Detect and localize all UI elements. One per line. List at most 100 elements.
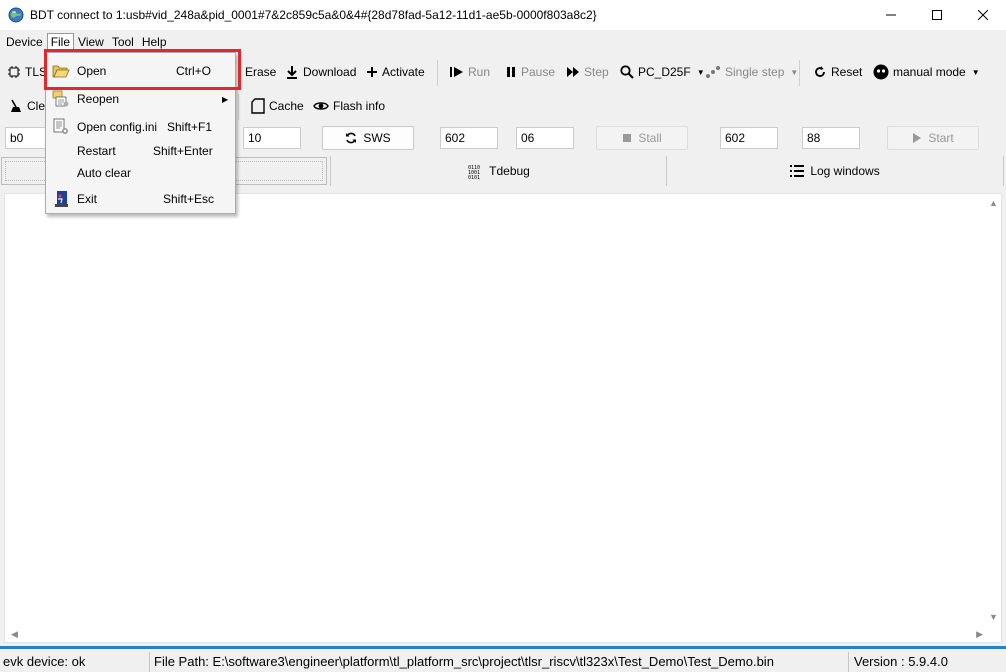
value-input[interactable]: 10 — [243, 127, 301, 149]
chip-label: TLS — [25, 65, 48, 79]
erase-button[interactable]: Erase — [236, 60, 276, 84]
menu-item-exit[interactable]: Exit Shift+Esc — [46, 187, 235, 211]
sws-value-input[interactable]: 06 — [516, 127, 574, 149]
flash-info-button[interactable]: Flash info — [313, 94, 385, 118]
reopen-icon — [52, 90, 70, 108]
status-accent-line — [0, 646, 1006, 649]
scroll-corner — [985, 626, 1001, 642]
pause-label: Pause — [521, 65, 556, 79]
stall-value-input[interactable]: 88 — [802, 127, 860, 149]
start-button[interactable]: Start — [887, 126, 979, 150]
reset-icon — [815, 66, 825, 77]
chevron-down-icon: ▼ — [971, 67, 980, 77]
play-icon — [913, 133, 922, 143]
stall-label: Stall — [638, 131, 662, 145]
exit-door-icon — [52, 190, 70, 208]
run-button[interactable]: Run — [450, 60, 490, 84]
minimize-icon — [886, 14, 896, 16]
log-output-area[interactable]: ▲ ▼ ◀ ▶ — [4, 193, 1002, 643]
menu-item-auto-clear-label: Auto clear — [77, 166, 132, 180]
reset-button[interactable]: Reset — [813, 60, 862, 84]
chevron-down-icon: ▼ — [696, 67, 705, 77]
mode-select-button[interactable]: manual mode ▼ — [873, 60, 980, 84]
pause-button[interactable]: Pause — [505, 60, 555, 84]
cache-label: Cache — [269, 99, 304, 113]
version-status: Version : 5.9.4.0 — [854, 653, 948, 669]
download-label: Download — [303, 65, 357, 79]
chevron-down-icon: ▼ — [790, 67, 799, 77]
menu-item-open-config-label: Open config.ini — [77, 120, 158, 134]
sws-label: SWS — [363, 131, 391, 145]
cache-button[interactable]: Cache — [251, 94, 304, 118]
status-divider — [149, 652, 150, 672]
file-menu-dropdown: Open Ctrl+O Reopen ▶ Open config.ini Shi… — [45, 52, 236, 214]
sws-button[interactable]: SWS — [322, 126, 414, 150]
tab-tdebug[interactable]: 0110 1001 0101 Tdebug — [330, 156, 667, 186]
title-bar: BDT connect to 1:usb#vid_248a&pid_0001#7… — [0, 0, 1006, 30]
stall-address-input[interactable]: 602 — [720, 127, 778, 149]
vertical-scrollbar[interactable]: ▲ ▼ — [985, 194, 1001, 626]
menu-item-open-shortcut: Ctrl+O — [176, 64, 212, 78]
scroll-down-icon[interactable]: ▼ — [989, 612, 998, 622]
scroll-right-icon[interactable]: ▶ — [976, 629, 983, 640]
menu-item-reopen[interactable]: Reopen ▶ — [46, 87, 235, 111]
menu-help[interactable]: Help — [138, 33, 171, 51]
scroll-left-icon[interactable]: ◀ — [11, 629, 18, 640]
scroll-up-icon[interactable]: ▲ — [989, 198, 998, 208]
refresh-icon — [346, 132, 357, 144]
menu-item-open-label: Open — [77, 64, 107, 78]
horizontal-scrollbar[interactable]: ◀ ▶ — [5, 626, 987, 642]
stop-icon — [623, 134, 632, 142]
window-controls — [868, 0, 1006, 30]
pause-icon — [507, 67, 515, 77]
submenu-arrow-icon: ▶ — [222, 94, 229, 104]
tab-tdebug-label: Tdebug — [489, 164, 530, 178]
menu-file[interactable]: File — [46, 33, 75, 51]
activate-label: Activate — [382, 65, 425, 79]
menu-item-open-config-shortcut: Shift+F1 — [167, 120, 213, 134]
globe-icon — [8, 7, 24, 23]
tab-log-windows[interactable]: Log windows — [666, 156, 1004, 186]
stall-button[interactable]: Stall — [596, 126, 688, 150]
erase-label: Erase — [245, 65, 277, 79]
binary-icon: 0110 1001 0101 — [468, 165, 480, 179]
pc-button[interactable]: PC_D25F ▼ — [620, 60, 705, 84]
broom-icon — [11, 99, 21, 112]
eye-icon — [313, 102, 329, 110]
window-title: BDT connect to 1:usb#vid_248a&pid_0001#7… — [30, 8, 597, 22]
minimize-button[interactable] — [868, 0, 914, 30]
folder-open-icon — [52, 62, 70, 80]
reset-label: Reset — [831, 65, 863, 79]
list-icon — [790, 165, 805, 177]
menu-view[interactable]: View — [74, 33, 108, 51]
menu-item-restart[interactable]: Restart Shift+Enter — [46, 139, 235, 163]
menu-item-open[interactable]: Open Ctrl+O — [46, 59, 235, 83]
plus-icon — [367, 67, 377, 77]
single-step-icon — [706, 66, 720, 78]
menu-item-reopen-label: Reopen — [77, 92, 120, 106]
search-icon — [620, 65, 634, 79]
menu-item-exit-shortcut: Shift+Esc — [163, 192, 215, 206]
activate-button[interactable]: Activate — [366, 60, 425, 84]
config-file-icon — [52, 118, 70, 136]
menu-tool[interactable]: Tool — [108, 33, 138, 51]
svg-text:0101: 0101 — [468, 175, 480, 179]
download-button[interactable]: Download — [285, 60, 356, 84]
single-step-button[interactable]: Single step ▼ — [705, 60, 798, 84]
flash-info-label: Flash info — [333, 99, 386, 113]
pc-label: PC_D25F — [638, 65, 691, 79]
chip-select-button[interactable]: TLS — [7, 60, 47, 84]
file-path-status: File Path: E:\software3\engineer\platfor… — [154, 653, 774, 669]
close-button[interactable] — [960, 0, 1006, 30]
mode-label: manual mode — [893, 65, 966, 79]
menu-item-auto-clear[interactable]: Auto clear — [46, 161, 235, 185]
menu-item-exit-label: Exit — [77, 192, 98, 206]
toolbar-separator — [799, 60, 800, 86]
mode-icon — [873, 64, 889, 80]
sws-address-input[interactable]: 602 — [440, 127, 498, 149]
status-divider — [848, 652, 849, 672]
maximize-button[interactable] — [914, 0, 960, 30]
step-button[interactable]: Step — [566, 60, 609, 84]
menu-device[interactable]: Device — [2, 33, 47, 51]
menu-item-open-config[interactable]: Open config.ini Shift+F1 — [46, 115, 235, 139]
